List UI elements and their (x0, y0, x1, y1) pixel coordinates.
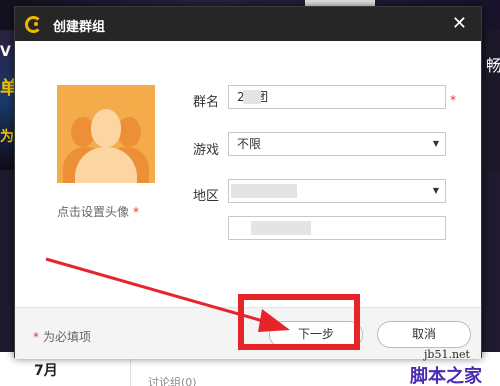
game-value: 不限 (237, 137, 262, 151)
game-select[interactable]: 不限 ▼ (228, 132, 446, 156)
game-label: 游戏 (193, 143, 220, 158)
app-logo-icon (25, 16, 42, 33)
redacted-text (231, 184, 297, 198)
annotation-highlight-box (238, 294, 360, 350)
chevron-down-icon: ▼ (432, 139, 439, 148)
chevron-down-icon: ▼ (432, 186, 439, 195)
set-avatar-label: 点击设置头像 (57, 205, 130, 219)
region-select[interactable]: ▼ (228, 179, 446, 203)
cancel-button[interactable]: 取消 (377, 321, 471, 348)
watermark-url: jb51.net (424, 348, 470, 361)
avatar-shape (91, 109, 121, 147)
set-avatar-link[interactable]: 点击设置头像 * (57, 203, 139, 220)
redacted-text (243, 90, 261, 104)
background-char: 畅 (486, 56, 500, 75)
required-note-text: 为必填项 (43, 330, 92, 344)
required-mark: * (133, 205, 140, 219)
background-date: 7月 (34, 363, 58, 379)
close-icon[interactable]: ✕ (452, 13, 467, 34)
dialog-title-bar[interactable]: 创建群组 ✕ (15, 7, 481, 41)
redacted-text (251, 221, 311, 235)
background-group-item[interactable]: 讨论组(0) (148, 374, 197, 386)
required-mark: * (450, 93, 456, 107)
background-char: 为 (0, 129, 14, 145)
region-detail-input[interactable] (228, 216, 446, 240)
required-note: * 为必填项 (33, 328, 91, 345)
background-right-strip: 畅 (486, 30, 500, 170)
watermark-text: 脚本之家 (410, 366, 482, 386)
dialog-title: 创建群组 (53, 20, 106, 35)
background-char: V (0, 44, 11, 60)
group-name-label: 群名 (193, 95, 220, 110)
region-label: 地区 (193, 189, 220, 204)
group-name-input[interactable]: 2 3团 (228, 85, 446, 109)
required-mark: * (33, 330, 39, 344)
group-avatar-icon[interactable] (57, 85, 155, 183)
